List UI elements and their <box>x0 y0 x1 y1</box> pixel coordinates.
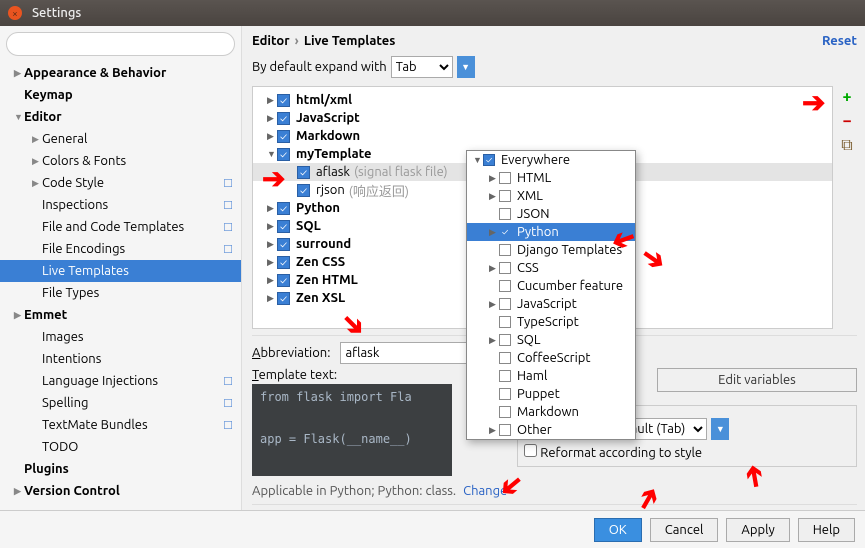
edit-variables-button[interactable]: Edit variables <box>657 368 857 392</box>
reformat-checkbox-label[interactable]: Reformat according to style <box>524 446 702 460</box>
main: 🔍 ▶Appearance & BehaviorKeymap▼Editor▶Ge… <box>0 26 865 510</box>
search-input[interactable] <box>6 32 235 56</box>
sidebar-item[interactable]: Live Templates <box>0 260 241 282</box>
template-text-editor[interactable]: from flask import Fla app = Flask(__name… <box>252 384 452 476</box>
sidebar-item[interactable]: Keymap <box>0 84 241 106</box>
template-row[interactable]: ▶✓JavaScript <box>253 109 832 127</box>
popup-item[interactable]: ▶CSS <box>467 259 635 277</box>
sidebar-item[interactable]: File and Code Templates☐ <box>0 216 241 238</box>
sidebar-item[interactable]: Language Injections☐ <box>0 370 241 392</box>
sidebar-item[interactable]: ▶Colors & Fonts <box>0 150 241 172</box>
apply-button[interactable]: Apply <box>726 518 789 542</box>
change-link[interactable]: Change <box>463 484 507 498</box>
sidebar-item[interactable]: Images <box>0 326 241 348</box>
sidebar-item[interactable]: Spelling☐ <box>0 392 241 414</box>
sidebar-item[interactable]: ▶Version Control <box>0 480 241 502</box>
popup-item[interactable]: Cucumber feature <box>467 277 635 295</box>
popup-item[interactable]: Haml <box>467 367 635 385</box>
popup-item[interactable]: TypeScript <box>467 313 635 331</box>
sidebar-item[interactable]: File Types <box>0 282 241 304</box>
popup-item[interactable]: ▼✓Everywhere <box>467 151 635 169</box>
sidebar-item[interactable]: Inspections☐ <box>0 194 241 216</box>
sidebar-item[interactable]: TextMate Bundles☐ <box>0 414 241 436</box>
copy-icon[interactable]: ⧉ <box>841 136 852 155</box>
applicable-context: Applicable in Python; Python: class. Cha… <box>252 478 507 504</box>
popup-item[interactable]: ▶XML <box>467 187 635 205</box>
dropdown-icon[interactable]: ▼ <box>711 418 729 440</box>
close-icon[interactable]: × <box>8 6 22 20</box>
template-row[interactable]: ▶✓html/xml <box>253 91 832 109</box>
popup-item[interactable]: ▶SQL <box>467 331 635 349</box>
titlebar: × Settings <box>0 0 865 26</box>
popup-item[interactable]: Django Templates <box>467 241 635 259</box>
sidebar-item[interactable]: ▶Emmet <box>0 304 241 326</box>
dropdown-icon[interactable]: ▼ <box>457 56 475 78</box>
popup-item[interactable]: ▶Other <box>467 421 635 439</box>
sidebar: 🔍 ▶Appearance & BehaviorKeymap▼Editor▶Ge… <box>0 26 242 510</box>
popup-item[interactable]: ▶JavaScript <box>467 295 635 313</box>
popup-item[interactable]: Puppet <box>467 385 635 403</box>
dialog-footer: OK Cancel Apply Help <box>0 510 865 548</box>
window-title: Settings <box>32 6 81 20</box>
settings-tree[interactable]: ▶Appearance & BehaviorKeymap▼Editor▶Gene… <box>0 62 241 510</box>
context-popup[interactable]: ▼✓Everywhere▶HTML▶XMLJSON▶✓PythonDjango … <box>466 150 636 440</box>
add-icon[interactable]: + <box>842 88 851 106</box>
reformat-checkbox[interactable] <box>524 444 537 457</box>
template-row[interactable]: ▶✓Markdown <box>253 127 832 145</box>
popup-item[interactable]: JSON <box>467 205 635 223</box>
popup-item[interactable]: CoffeeScript <box>467 349 635 367</box>
side-actions: + − ⧉ <box>837 86 857 329</box>
sidebar-item[interactable]: ▶Code Style☐ <box>0 172 241 194</box>
sidebar-item[interactable]: ▼Editor <box>0 106 241 128</box>
cancel-button[interactable]: Cancel <box>650 518 719 542</box>
expand-select[interactable]: Tab <box>391 56 453 78</box>
help-button[interactable]: Help <box>798 518 855 542</box>
abbreviation-label: Abbreviation: <box>252 346 330 360</box>
remove-icon[interactable]: − <box>842 112 851 130</box>
sidebar-item[interactable]: TODO <box>0 436 241 458</box>
default-expand-row: By default expand with Tab ▼ <box>252 56 857 86</box>
sidebar-item[interactable]: ▶General <box>0 128 241 150</box>
popup-item[interactable]: ▶HTML <box>467 169 635 187</box>
sidebar-item[interactable]: File Encodings☐ <box>0 238 241 260</box>
breadcrumb: Editor › Live Templates <box>252 34 395 48</box>
settings-window: × Settings 🔍 ▶Appearance & BehaviorKeyma… <box>0 0 865 548</box>
sidebar-item[interactable]: Intentions <box>0 348 241 370</box>
popup-item[interactable]: ▶✓Python <box>467 223 635 241</box>
sidebar-item[interactable]: Plugins <box>0 458 241 480</box>
popup-item[interactable]: Markdown <box>467 403 635 421</box>
ok-button[interactable]: OK <box>594 518 642 542</box>
reset-link[interactable]: Reset <box>822 34 857 48</box>
sidebar-item[interactable]: ▶Appearance & Behavior <box>0 62 241 84</box>
